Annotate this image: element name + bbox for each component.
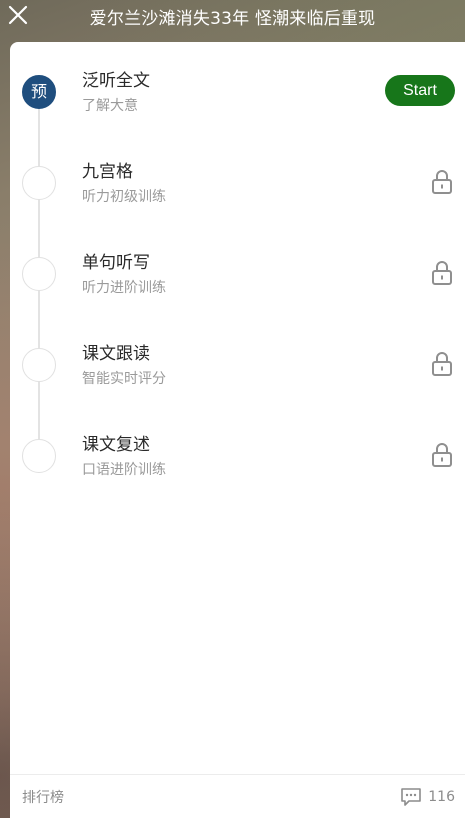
comments-button[interactable]: 116: [400, 786, 455, 808]
lock-icon: [432, 352, 452, 376]
step-node: [22, 348, 56, 382]
step-subtitle: 了解大意: [82, 98, 138, 114]
lock-icon: [432, 261, 452, 285]
top-bar: 爱尔兰沙滩消失33年 怪潮来临后重现: [0, 0, 465, 38]
step-subtitle: 听力初级训练: [82, 189, 166, 205]
article-title: 爱尔兰沙滩消失33年 怪潮来临后重现: [89, 9, 376, 29]
step-read-along[interactable]: 课文跟读 智能实时评分: [10, 315, 465, 406]
step-subtitle: 智能实时评分: [82, 371, 166, 387]
step-title: 课文复述: [82, 435, 150, 455]
step-title: 课文跟读: [82, 344, 150, 364]
step-subtitle: 口语进阶训练: [82, 462, 166, 478]
preview-badge: 预: [22, 75, 56, 109]
step-listen-full-text[interactable]: 预 泛听全文 了解大意 Start: [10, 42, 465, 133]
start-button[interactable]: Start: [385, 75, 455, 106]
footer-bar: 排行榜 116: [10, 774, 465, 818]
lock-icon: [432, 443, 452, 467]
step-subtitle: 听力进阶训练: [82, 280, 166, 296]
step-title: 九宫格: [82, 162, 133, 182]
leaderboard-link[interactable]: 排行榜: [22, 787, 64, 807]
step-sentence-dictation[interactable]: 单句听写 听力进阶训练: [10, 224, 465, 315]
lock-icon: [432, 170, 452, 194]
step-node: [22, 439, 56, 473]
step-title: 泛听全文: [82, 71, 150, 91]
learning-steps-panel: 预 泛听全文 了解大意 Start 九宫格 听力初级训练 单句听写 听力进阶训练…: [10, 42, 465, 818]
comment-count: 116: [428, 789, 455, 805]
comment-icon: [401, 788, 422, 806]
step-node: [22, 166, 56, 200]
step-title: 单句听写: [82, 253, 150, 273]
step-retell[interactable]: 课文复述 口语进阶训练: [10, 406, 465, 497]
step-nine-grid[interactable]: 九宫格 听力初级训练: [10, 133, 465, 224]
step-node: [22, 257, 56, 291]
